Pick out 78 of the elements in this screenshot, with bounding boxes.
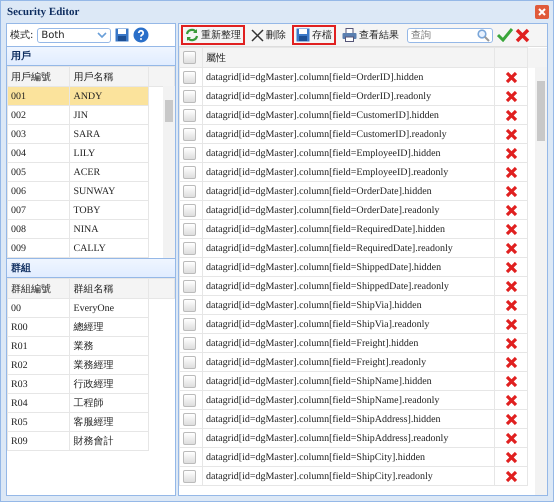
table-cell: datagrid[id=dgMaster].column[field=RequiredDate].hidden <box>202 220 494 238</box>
group-row[interactable]: R00 總經理 <box>8 318 174 336</box>
table-cell: 財務會計 <box>70 432 149 450</box>
window-title: Security Editor <box>7 6 80 18</box>
table-cell: 004 <box>8 144 70 162</box>
table-cell: datagrid[id=dgMaster].column[field=CustomerID].readonly <box>202 124 494 144</box>
table-cell: R05 <box>8 412 70 432</box>
table-cell: datagrid[id=dgMaster].column[field=EmployeeID].hidden <box>202 144 494 162</box>
group-row[interactable]: R02 業務經理 <box>8 356 174 374</box>
refresh-button[interactable]: 重新整理 <box>181 25 245 45</box>
table-cell: EveryOne <box>70 298 149 318</box>
table-cell: datagrid[id=dgMaster].column[field=OrderID].hidden <box>202 68 494 86</box>
table-cell: SUNWAY <box>70 182 149 200</box>
section-title: 用戶 <box>11 50 31 63</box>
table-cell: R00 <box>8 318 70 336</box>
table-cell: TOBY <box>70 200 149 220</box>
group-row[interactable]: 00 EveryOne <box>8 298 174 318</box>
table-cell: datagrid[id=dgMaster].column[field=ShipVia].readonly <box>202 314 494 334</box>
table-cell: 003 <box>8 124 70 144</box>
table-cell: datagrid[id=dgMaster].column[field=Freight].hidden <box>202 334 494 352</box>
print-button[interactable]: 查看結果 <box>338 25 403 45</box>
table-cell: datagrid[id=dgMaster].column[field=ShipName].readonly <box>202 390 494 410</box>
group-row[interactable]: R04 工程師 <box>8 394 174 412</box>
table-cell: datagrid[id=dgMaster].column[field=OrderDate].readonly <box>202 200 494 220</box>
table-cell: 00 <box>8 298 70 318</box>
table-cell: ANDY <box>70 86 149 106</box>
search-field[interactable]: 查詢 <box>407 28 493 42</box>
table-cell: R09 <box>8 432 70 450</box>
table-cell: datagrid[id=dgMaster].column[field=ShippedDate].readonly <box>202 276 494 296</box>
table-cell: datagrid[id=dgMaster].column[field=ShippedDate].hidden <box>202 258 494 276</box>
table-cell: ACER <box>70 162 149 182</box>
delete-button[interactable]: 刪除 <box>247 25 290 45</box>
table-cell: datagrid[id=dgMaster].column[field=ShipCity].hidden <box>202 448 494 466</box>
column-header[interactable]: 用戶編號 <box>8 66 70 86</box>
table-cell: datagrid[id=dgMaster].column[field=ShipVia].hidden <box>202 296 494 314</box>
table-cell: 002 <box>8 106 70 124</box>
table-cell: datagrid[id=dgMaster].column[field=ShipAddress].readonly <box>202 428 494 448</box>
table-cell: R04 <box>8 394 70 412</box>
mode-label: 模式: <box>10 28 34 42</box>
table-cell: 008 <box>8 220 70 238</box>
table-cell: 行政經理 <box>70 374 149 394</box>
table-cell: R03 <box>8 374 70 394</box>
table-cell: JIN <box>70 106 149 124</box>
group-row[interactable]: R09 財務會計 <box>8 432 174 450</box>
table-cell: 業務經理 <box>70 356 149 374</box>
table-cell: R02 <box>8 356 70 374</box>
table-cell: 001 <box>8 86 70 106</box>
table-cell: LILY <box>70 144 149 162</box>
table-cell: datagrid[id=dgMaster].column[field=ShipAddress].hidden <box>202 410 494 428</box>
user-row[interactable]: 001 ANDY <box>8 86 174 106</box>
section-title: 群組 <box>11 262 31 275</box>
group-row[interactable]: R03 行政經理 <box>8 374 174 394</box>
table-cell: datagrid[id=dgMaster].column[field=OrderDate].hidden <box>202 182 494 200</box>
table-cell: SARA <box>70 124 149 144</box>
table-cell: datagrid[id=dgMaster].column[field=RequiredDate].readonly <box>202 238 494 258</box>
column-header[interactable]: 群組編號 <box>8 278 70 298</box>
column-header[interactable]: 用戶名稱 <box>70 66 149 86</box>
table-cell: R01 <box>8 336 70 356</box>
column-header[interactable]: 屬性 <box>202 48 494 68</box>
group-row[interactable]: R01 業務 <box>8 336 174 356</box>
save-button[interactable]: 存檔 <box>292 25 336 45</box>
table-cell: datagrid[id=dgMaster].column[field=ShipCity].readonly <box>202 466 494 486</box>
table-cell: 006 <box>8 182 70 200</box>
column-header[interactable]: 群組名稱 <box>70 278 149 298</box>
table-cell: 業務 <box>70 336 149 356</box>
table-cell: datagrid[id=dgMaster].column[field=CustomerID].hidden <box>202 106 494 124</box>
table-cell: 客服經理 <box>70 412 149 432</box>
mode-select[interactable]: Both <box>37 28 112 42</box>
group-row[interactable]: R05 客服經理 <box>8 412 174 432</box>
table-cell: datagrid[id=dgMaster].column[field=OrderID].readonly <box>202 86 494 106</box>
table-cell: datagrid[id=dgMaster].column[field=EmployeeID].readonly <box>202 162 494 182</box>
table-cell: 007 <box>8 200 70 220</box>
table-cell: 005 <box>8 162 70 182</box>
table-cell: datagrid[id=dgMaster].column[field=ShipName].hidden <box>202 372 494 390</box>
table-cell: 總經理 <box>70 318 149 336</box>
table-cell: datagrid[id=dgMaster].column[field=Freight].readonly <box>202 352 494 372</box>
table-cell: 工程師 <box>70 394 149 412</box>
table-cell: NINA <box>70 220 149 238</box>
